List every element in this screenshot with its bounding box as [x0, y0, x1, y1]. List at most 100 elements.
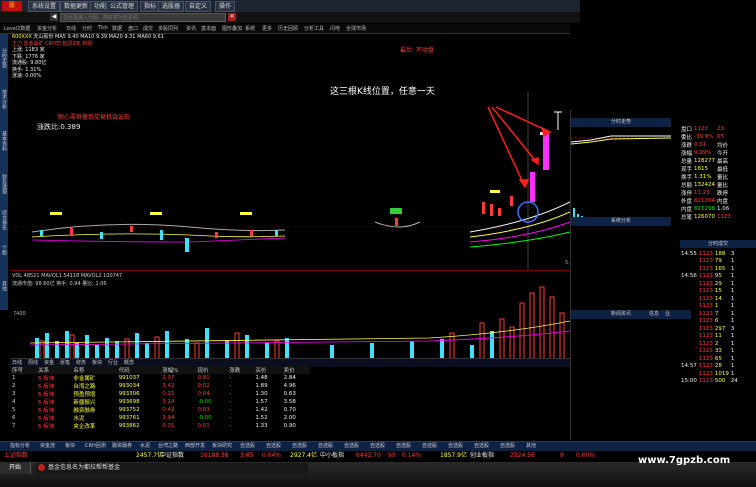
side-tab-1[interactable]: 分时走势 [0, 34, 8, 83]
table-row[interactable]: 7 5 板块 央企改革 993862 0.31 0.01 - 1.33 0.90 [10, 422, 310, 430]
col-header-code[interactable]: 代码 [117, 366, 161, 374]
bottom-tab-2[interactable]: 资金流 [40, 442, 55, 449]
toolbar-button-5[interactable]: 指标 [140, 1, 161, 12]
panel-tab-3[interactable]: 资金 [44, 359, 54, 366]
menu-item-overlay[interactable]: 图形叠加 [222, 25, 242, 32]
menu-item-daily[interactable]: 日线 [66, 25, 76, 32]
toolbar-button-7[interactable]: 自定义 [185, 1, 212, 12]
bottom-tab-13[interactable]: 自选股 [318, 442, 333, 449]
col-header-price[interactable]: 现价 [195, 366, 227, 374]
bottom-tab-12[interactable]: 自选股 [292, 442, 307, 449]
cell: 0.49 [162, 407, 175, 413]
panel-tab-8[interactable]: 概念 [124, 359, 134, 366]
news-tab-1[interactable]: 信息 [649, 310, 659, 319]
index2-val: 10186.38 [200, 452, 229, 459]
bottom-tab-19[interactable]: 自选股 [474, 442, 489, 449]
tick-price: 1123 [698, 280, 713, 287]
side-tab-7[interactable]: 其他 [0, 262, 8, 311]
menu-item-tick[interactable]: Tick [98, 25, 108, 31]
menu-item-intraday[interactable]: 分时 [82, 25, 92, 32]
bottom-tab-16[interactable]: 自选股 [396, 442, 411, 449]
bottom-tab-18[interactable]: 自选股 [448, 442, 463, 449]
close-icon[interactable]: ✕ [228, 13, 236, 21]
table-row[interactable]: 6 5 板块 水泥 993761 3.94 -0.00 - 1.52 2.00 [10, 414, 310, 422]
stock-code: 600XXX [12, 34, 32, 40]
side-tab-3[interactable]: 基本资料 [0, 116, 8, 167]
col-header-idx[interactable]: 序号 [10, 366, 36, 374]
side-tab-2[interactable]: 技术分析 [0, 82, 8, 117]
side-tab-6[interactable]: 个股 [0, 238, 8, 263]
menu-item-tools[interactable]: 分析工具 [304, 25, 324, 32]
bottom-tab-17[interactable]: 自选股 [422, 442, 437, 449]
index4-amt: 1857.9亿 [440, 452, 467, 459]
bottom-tab-15[interactable]: 自选股 [370, 442, 385, 449]
menu-item-global[interactable]: 全球市场 [346, 25, 366, 32]
bottom-tab-3[interactable]: 板块 [65, 442, 75, 449]
col-header-ask[interactable]: 卖价 [282, 366, 310, 374]
menu-item-fund[interactable]: 资金分析 [37, 25, 57, 32]
index3-name[interactable]: 中小板指 [320, 451, 344, 461]
bottom-tab-1[interactable]: 指标分析 [10, 442, 30, 449]
col-header-chg[interactable]: 涨幅% [160, 366, 195, 374]
index2-name[interactable]: 中证指数 [160, 451, 184, 461]
col-header-name[interactable]: 名称 [71, 366, 116, 374]
quote-val2: 最低 [717, 167, 729, 173]
toolbar-button-2[interactable]: 数据更新 [60, 1, 93, 12]
bottom-tab-7[interactable]: 台湾之路 [158, 442, 178, 449]
col-header-rel[interactable]: 关系 [36, 366, 71, 374]
cell: 0.80 [197, 375, 210, 381]
bottom-tab-9[interactable]: 板块研究 [212, 442, 232, 449]
panel-tab-5[interactable]: 财务 [76, 359, 86, 366]
quote-panel: 盘口 1123 23 委比 -39.9% 65 涨跌 0.01 均价 涨幅 9.99% 今开 总… [680, 125, 756, 235]
search-input[interactable] [60, 13, 226, 22]
panel-tab-2[interactable]: 周线 [28, 359, 38, 366]
bottom-tab-6[interactable]: 水泥 [140, 442, 150, 449]
app-logo-icon: 股 [2, 1, 22, 11]
menu-item-handicap[interactable]: 盘口 [128, 25, 138, 32]
bottom-tab-4[interactable]: CRH回测 [85, 442, 106, 449]
bottom-tab-14[interactable]: 自选股 [344, 442, 359, 449]
side-tab-4[interactable]: 财务透视 [0, 166, 8, 203]
toolbar-button-8[interactable]: 操作 [215, 1, 236, 12]
index4-name[interactable]: 创业板指 [470, 451, 494, 461]
toolbar-button-4[interactable]: 公式管理 [106, 1, 139, 12]
table-row[interactable]: 1 5 板块 非金属矿 991037 2.07 0.80 - 1.48 2.84 [10, 374, 310, 382]
col-header-bid[interactable]: 买价 [253, 366, 281, 374]
panel-tab-6[interactable]: 板块 [92, 359, 102, 366]
cell: - [229, 423, 232, 429]
panel-tab-7[interactable]: 行业 [108, 359, 118, 366]
table-row[interactable]: 3 5 板块 预盈预增 993306 0.15 0.04 - 1.30 0.63 [10, 390, 310, 398]
cell: -0.00 [197, 415, 212, 421]
toolbar-button-6[interactable]: 选股器 [158, 1, 185, 12]
side-tab-5[interactable]: 综合排名 [0, 202, 8, 239]
index1-name[interactable]: 上证指数 [4, 451, 28, 461]
table-row[interactable]: 2 5 板块 台湾之路 993034 3.42 0.02 - 1.89 4.96 [10, 382, 310, 390]
panel-tab-1[interactable]: 日线 [12, 359, 22, 366]
taskbar-app[interactable]: 基金信息名为都拉帮帮基金 [36, 463, 308, 473]
bottom-tab-20[interactable]: 自选股 [500, 442, 515, 449]
bottom-tab-5[interactable]: 融资融券 [112, 442, 132, 449]
bottom-tab-21[interactable]: 其他 [526, 442, 536, 449]
back-icon[interactable]: ◀ [50, 13, 58, 21]
bottom-tab-8[interactable]: 西部开发 [185, 442, 205, 449]
menu-item-data[interactable]: 数据 [112, 25, 122, 32]
menu-item-basics[interactable]: 基本面 [201, 25, 216, 32]
table-row[interactable]: 4 5 板块 新疆振兴 993698 3.14 -0.00 - 1.57 3.58 [10, 398, 310, 406]
intraday-chart[interactable] [571, 128, 671, 222]
bottom-tab-10[interactable]: 自选股 [240, 442, 255, 449]
start-button[interactable]: 开始 [0, 462, 31, 474]
table-row[interactable]: 5 5 板块 融资融券 993752 0.49 0.03 - 1.42 0.70 [10, 406, 310, 414]
bottom-tab-11[interactable]: 自选股 [266, 442, 281, 449]
menu-item-more[interactable]: 更多 [262, 25, 272, 32]
menu-item-history[interactable]: 历史回顾 [278, 25, 298, 32]
menu-item-level2[interactable]: Level2数据 [4, 25, 30, 32]
panel-tab-4[interactable]: 逐笔 [60, 359, 70, 366]
menu-item-trades[interactable]: 成交 [143, 25, 153, 32]
toolbar-button-1[interactable]: 系统设置 [28, 1, 61, 12]
menu-item-multi[interactable]: 多股同列 [158, 25, 178, 32]
news-tab-2[interactable]: 业 [665, 310, 670, 319]
col-header-change[interactable]: 涨跌 [227, 366, 253, 374]
menu-item-flash[interactable]: 闪电 [330, 25, 340, 32]
menu-item-news[interactable]: 资讯 [186, 25, 196, 32]
menu-item-system[interactable]: 系统 [245, 25, 255, 32]
